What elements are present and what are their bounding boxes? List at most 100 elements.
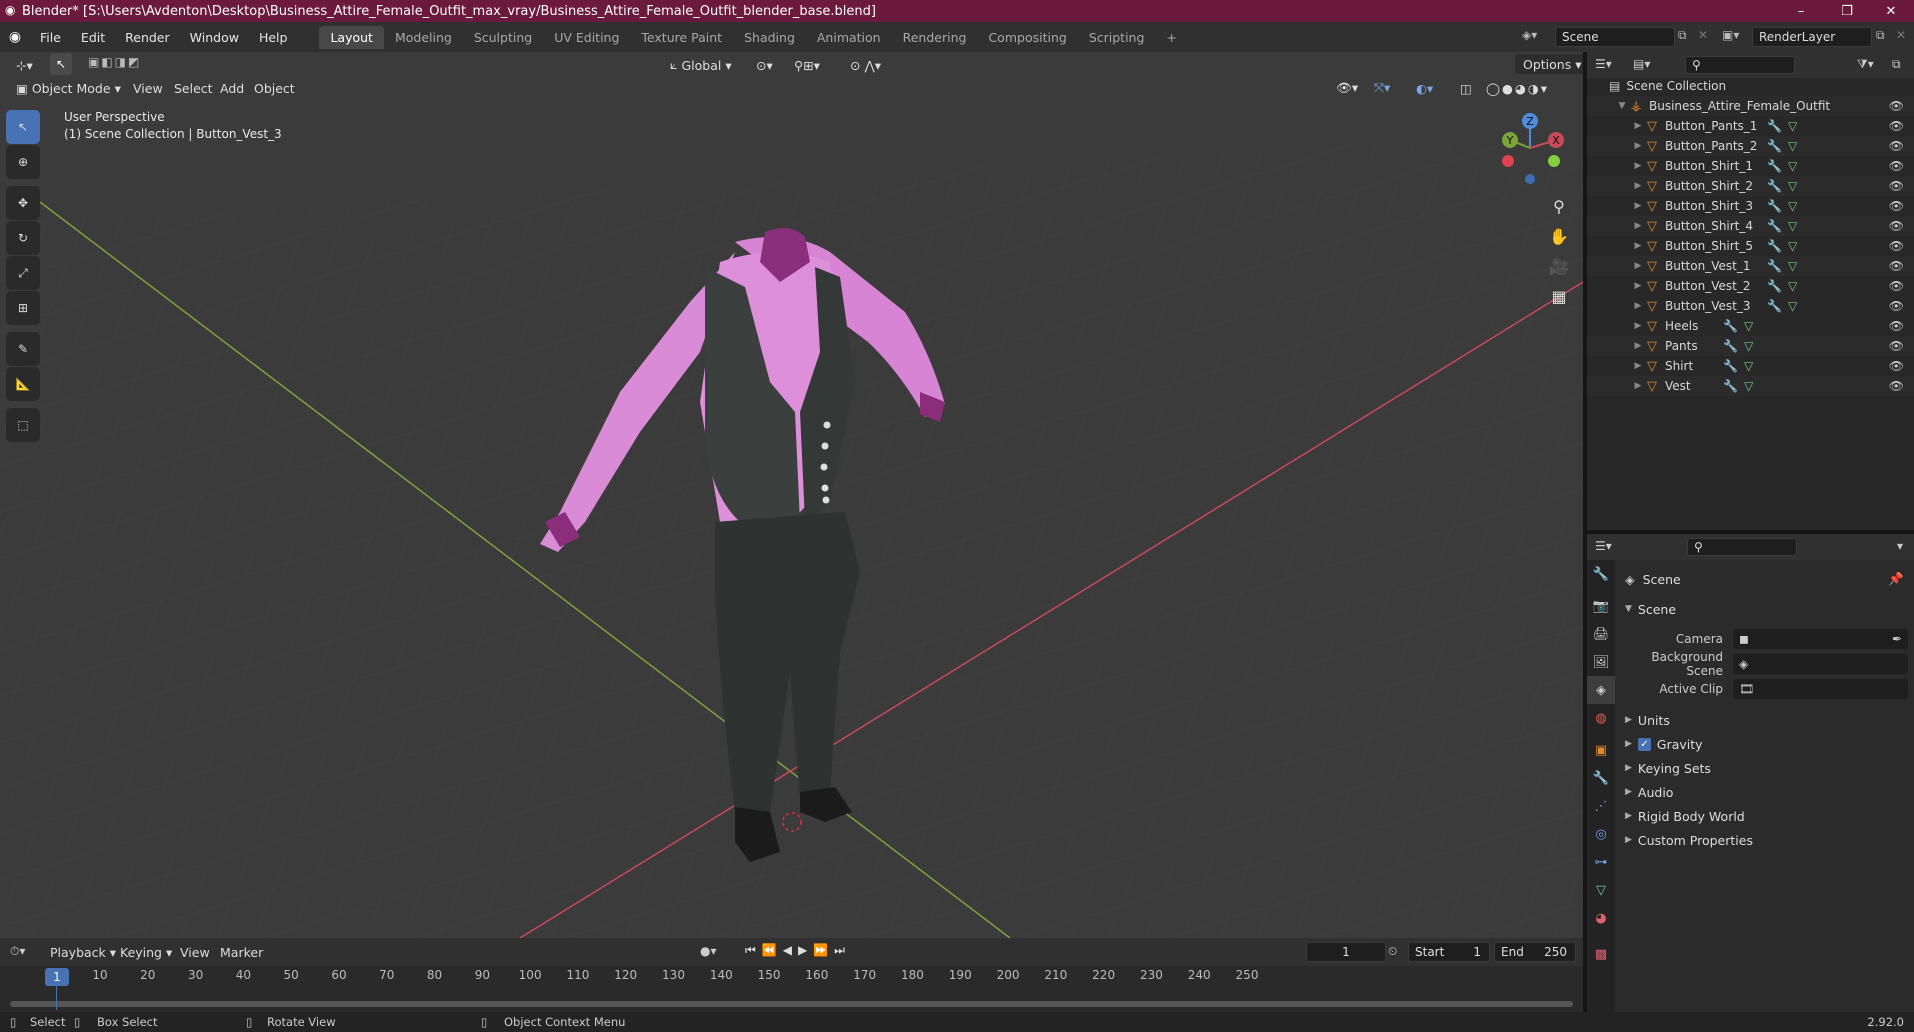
modifier-wrench-icon[interactable]: 🔧 bbox=[1767, 259, 1782, 273]
camera-view-icon[interactable]: 🎥 bbox=[1545, 252, 1573, 280]
menu-window[interactable]: Window bbox=[180, 30, 249, 45]
tab-scripting[interactable]: Scripting bbox=[1078, 26, 1156, 49]
subpanel-header[interactable]: ▶ Units bbox=[1615, 708, 1914, 732]
tab-texture-paint[interactable]: Texture Paint bbox=[630, 26, 733, 49]
eye-icon[interactable]: 👁 bbox=[1889, 339, 1904, 353]
mesh-data-icon[interactable]: ▽ bbox=[1744, 339, 1753, 353]
constraints-tab-icon[interactable]: ⊶ bbox=[1587, 848, 1615, 876]
select-box-tool[interactable]: ↖ bbox=[6, 110, 40, 144]
mesh-data-icon[interactable]: ▽ bbox=[1788, 179, 1797, 193]
menu-help[interactable]: Help bbox=[249, 30, 298, 45]
outliner-object-row[interactable]: ▶ ▽ Button_Shirt_5 🔧 ▽ 👁 bbox=[1587, 236, 1914, 256]
tool-tab-icon[interactable]: 🔧 bbox=[1587, 560, 1615, 588]
minimize-button[interactable]: – bbox=[1778, 0, 1824, 22]
filter-icon[interactable]: ⧩▾ bbox=[1857, 57, 1874, 72]
object-mode-dropdown[interactable]: ▣ Object Mode ▾ bbox=[8, 77, 129, 99]
modifier-wrench-icon[interactable]: 🔧 bbox=[1767, 299, 1782, 313]
particles-tab-icon[interactable]: ⋰ bbox=[1587, 792, 1615, 820]
eye-icon[interactable]: 👁 bbox=[1889, 359, 1904, 373]
eye-icon[interactable]: 👁 bbox=[1889, 119, 1904, 133]
end-frame-field[interactable]: End 250 bbox=[1494, 942, 1576, 962]
modifier-wrench-icon[interactable]: 🔧 bbox=[1767, 119, 1782, 133]
options-dropdown[interactable]: Options ▾ bbox=[1514, 53, 1591, 75]
expand-arrow-icon[interactable]: ▶ bbox=[1631, 141, 1645, 151]
ortho-grid-icon[interactable]: ▦ bbox=[1545, 282, 1573, 310]
gravity-checkbox[interactable]: ✓ bbox=[1637, 737, 1651, 751]
eyedropper-icon[interactable]: ✒ bbox=[1892, 632, 1902, 646]
eye-icon[interactable]: 👁 bbox=[1889, 379, 1904, 393]
modifier-wrench-icon[interactable]: 🔧 bbox=[1767, 239, 1782, 253]
mesh-data-icon[interactable]: ▽ bbox=[1788, 119, 1797, 133]
current-frame-field[interactable]: 1 bbox=[1306, 942, 1386, 962]
outliner-collection[interactable]: ▼ ⚶ Business_Attire_Female_Outfit 👁 bbox=[1587, 96, 1914, 116]
modifier-wrench-icon[interactable]: 🔧 bbox=[1767, 199, 1782, 213]
menu-keying[interactable]: Keying ▾ bbox=[112, 941, 180, 963]
eye-icon[interactable]: 👁 bbox=[1889, 199, 1904, 213]
subpanel-header[interactable]: ▶ Custom Properties bbox=[1615, 828, 1914, 852]
pivot-point-dropdown[interactable]: ⊙▾ bbox=[748, 54, 781, 76]
scene-tab-icon[interactable]: ◈ bbox=[1587, 676, 1615, 704]
outliner-object-row[interactable]: ▶ ▽ Button_Vest_2 🔧 ▽ 👁 bbox=[1587, 276, 1914, 296]
menu-view[interactable]: View bbox=[172, 941, 218, 963]
eye-icon[interactable]: 👁 bbox=[1889, 139, 1904, 153]
expand-arrow-icon[interactable]: ▶ bbox=[1631, 161, 1645, 171]
data-tab-icon[interactable]: ▽ bbox=[1587, 876, 1615, 904]
menu-edit[interactable]: Edit bbox=[71, 30, 115, 45]
eye-icon[interactable]: 👁 bbox=[1889, 319, 1904, 333]
view-layer-icon[interactable]: ▣▾ bbox=[1722, 28, 1739, 42]
menu-file[interactable]: File bbox=[30, 30, 71, 45]
modifier-wrench-icon[interactable]: 🔧 bbox=[1723, 339, 1738, 353]
expand-arrow-icon[interactable]: ▶ bbox=[1631, 281, 1645, 291]
object-tab-icon[interactable]: ▣ bbox=[1587, 736, 1615, 764]
expand-arrow-icon[interactable]: ▶ bbox=[1631, 321, 1645, 331]
expand-arrow-icon[interactable]: ▶ bbox=[1631, 241, 1645, 251]
modifier-tab-icon[interactable]: 🔧 bbox=[1587, 764, 1615, 792]
outliner-search-input[interactable]: ⚲ bbox=[1685, 56, 1795, 74]
snap-toggle[interactable]: ⚲⊞▾ bbox=[786, 54, 828, 76]
outliner-object-row[interactable]: ▶ ▽ Button_Shirt_2 🔧 ▽ 👁 bbox=[1587, 176, 1914, 196]
tab-rendering[interactable]: Rendering bbox=[892, 26, 978, 49]
mesh-data-icon[interactable]: ▽ bbox=[1744, 359, 1753, 373]
scene-panel-header[interactable]: ▼ Scene bbox=[1615, 597, 1914, 621]
scene-field[interactable]: Scene bbox=[1555, 27, 1675, 47]
eye-icon[interactable]: 👁 bbox=[1889, 179, 1904, 193]
mesh-data-icon[interactable]: ▽ bbox=[1788, 279, 1797, 293]
modifier-wrench-icon[interactable]: 🔧 bbox=[1767, 219, 1782, 233]
3d-viewport[interactable] bbox=[0, 52, 1583, 938]
new-view-layer-icon[interactable]: ⧉ bbox=[1876, 28, 1885, 43]
outliner-object-row[interactable]: ▶ ▽ Button_Pants_1 🔧 ▽ 👁 bbox=[1587, 116, 1914, 136]
view-layer-tab-icon[interactable]: 🖼 bbox=[1587, 648, 1615, 676]
eye-icon[interactable]: 👁 bbox=[1889, 299, 1904, 313]
render-tab-icon[interactable]: 📷 bbox=[1587, 592, 1615, 620]
menu-object[interactable]: Object bbox=[246, 77, 303, 99]
background-scene-field[interactable]: ◈ bbox=[1733, 654, 1908, 674]
record-icon[interactable]: ●▾ bbox=[700, 944, 717, 958]
menu-marker[interactable]: Marker bbox=[212, 941, 271, 963]
delete-scene-icon[interactable]: ✕ bbox=[1698, 28, 1708, 42]
expand-arrow-icon[interactable]: ▶ bbox=[1631, 201, 1645, 211]
transform-tool[interactable]: ⊞ bbox=[6, 291, 40, 325]
measure-tool[interactable]: 📐 bbox=[6, 367, 40, 401]
chevron-down-icon[interactable]: ▾ bbox=[1897, 539, 1903, 553]
outliner-object-row[interactable]: ▶ ▽ Button_Shirt_3 🔧 ▽ 👁 bbox=[1587, 196, 1914, 216]
eye-icon[interactable]: 👁 bbox=[1889, 159, 1904, 173]
playback-controls[interactable]: ⏮⏪◀▶⏩⏭ bbox=[745, 943, 851, 958]
outliner-object-row[interactable]: ▶ ▽ Button_Pants_2 🔧 ▽ 👁 bbox=[1587, 136, 1914, 156]
start-frame-field[interactable]: Start 1 bbox=[1408, 942, 1490, 962]
outliner-object-row[interactable]: ▶ ▽ Button_Shirt_1 🔧 ▽ 👁 bbox=[1587, 156, 1914, 176]
close-button[interactable]: ✕ bbox=[1868, 0, 1914, 22]
tab-sculpting[interactable]: Sculpting bbox=[463, 26, 543, 49]
timeline-editor-type-icon[interactable]: ⏱▾ bbox=[10, 944, 25, 959]
preview-range-icon[interactable]: ⏲ bbox=[1388, 944, 1397, 959]
new-scene-icon[interactable]: ⧉ bbox=[1678, 28, 1687, 43]
material-tab-icon[interactable]: ◕ bbox=[1587, 904, 1615, 932]
outliner-object-row[interactable]: ▶ ▽ Heels 🔧 ▽ 👁 bbox=[1587, 316, 1914, 336]
mesh-data-icon[interactable]: ▽ bbox=[1788, 219, 1797, 233]
gizmo-toggle[interactable]: ⤧▾ bbox=[1366, 77, 1398, 99]
mesh-data-icon[interactable]: ▽ bbox=[1788, 259, 1797, 273]
visibility-toggle[interactable]: 👁▾ bbox=[1328, 77, 1366, 99]
mesh-data-icon[interactable]: ▽ bbox=[1744, 379, 1753, 393]
mesh-data-icon[interactable]: ▽ bbox=[1788, 239, 1797, 253]
overlays-toggle[interactable]: ◐▾ bbox=[1408, 77, 1441, 99]
tab-shading[interactable]: Shading bbox=[733, 26, 806, 49]
